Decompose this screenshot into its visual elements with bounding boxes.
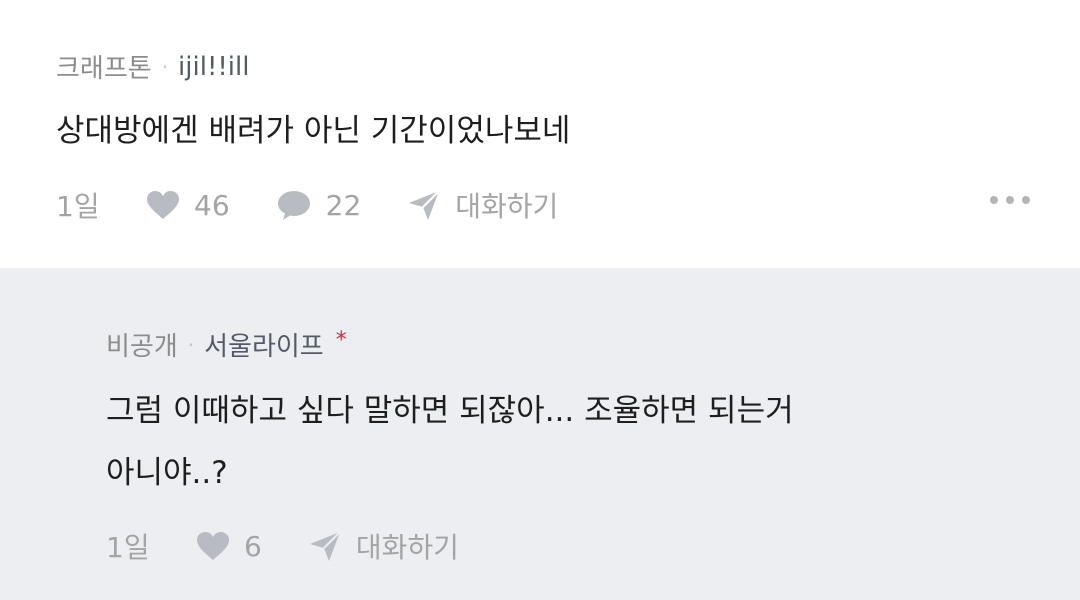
reply-category[interactable]: 비공개 [106,326,178,363]
chat-label: 대화하기 [355,531,459,564]
comment-actions: 1일 46 22 대화하기 [56,183,558,227]
like-count: 46 [194,188,230,222]
comment-thread: 크래프톤 · ijil!!ill 상대방에겐 배려가 아닌 기간이었나보네 1일… [0,0,1080,600]
comment-text: 상대방에겐 배려가 아닌 기간이었나보네 [56,113,571,149]
speech-bubble-icon [276,189,312,221]
reply-text-line-1: 그럼 이때하고 싶다 말하면 되잖아... 조율하면 되는거 [106,393,794,429]
reply-card: 비공개 · 서울라이프 * 그럼 이때하고 싶다 말하면 되잖아... 조율하면… [0,268,1080,600]
reply-text-line-2: 아니야..? [106,455,228,491]
reply-count: 22 [325,188,362,222]
reply-author[interactable]: 서울라이프 [204,326,324,363]
comment-author[interactable]: ijil!!ill [178,52,249,82]
meta-separator: · [161,54,169,79]
send-icon [308,530,342,562]
comment-time: 1일 [56,190,100,223]
comment-category[interactable]: 크래프톤 [56,48,152,85]
meta-separator: · [187,332,195,357]
reply-meta: 비공개 · 서울라이프 * [106,326,347,363]
send-icon [407,189,441,221]
reply-actions: 1일 6 대화하기 [106,524,459,568]
comment-card: 크래프톤 · ijil!!ill 상대방에겐 배려가 아닌 기간이었나보네 1일… [0,0,1080,268]
like-count: 6 [244,529,262,563]
more-options-icon[interactable] [990,196,1030,204]
heart-icon [146,190,180,220]
author-badge: * [335,328,347,353]
chat-button[interactable]: 대화하기 [407,185,558,225]
heart-icon [196,531,230,561]
like-button[interactable]: 6 [196,530,262,563]
comment-meta: 크래프톤 · ijil!!ill [56,48,249,85]
reply-count-button[interactable]: 22 [276,188,362,222]
like-button[interactable]: 46 [146,189,230,222]
chat-label: 대화하기 [455,190,559,223]
chat-button[interactable]: 대화하기 [308,526,459,566]
reply-time: 1일 [106,531,150,564]
